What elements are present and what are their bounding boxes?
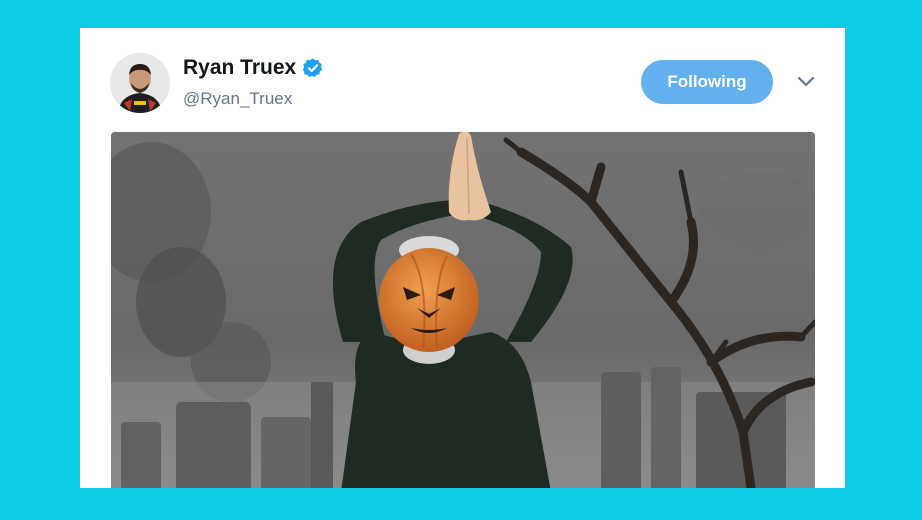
avatar-image: [110, 53, 170, 113]
tweet-card: Ryan Truex @Ryan_Truex Following: [80, 28, 845, 488]
author-handle[interactable]: @Ryan_Truex: [183, 89, 292, 109]
chevron-down-icon[interactable]: [796, 75, 816, 89]
tweet-media-gif[interactable]: [111, 132, 815, 488]
pumpkin-head-dancer-image: [111, 132, 815, 488]
author-avatar[interactable]: [110, 53, 170, 113]
verified-badge-icon: [303, 58, 323, 78]
author-name-row[interactable]: Ryan Truex: [183, 56, 324, 80]
following-button[interactable]: Following: [641, 60, 773, 104]
author-name[interactable]: Ryan Truex: [183, 56, 296, 80]
